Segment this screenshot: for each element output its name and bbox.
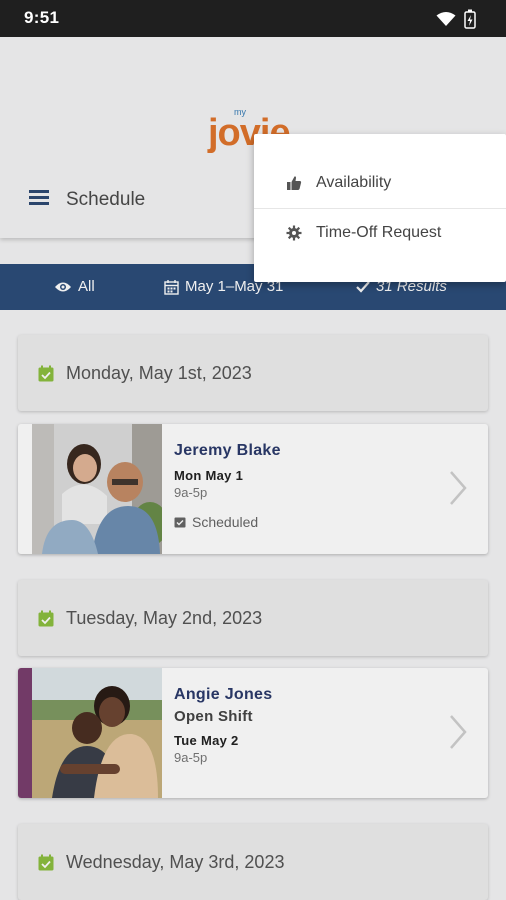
status-bar: 9:51 [0, 0, 506, 37]
calendar-icon [164, 279, 179, 295]
page-title: Schedule [66, 189, 146, 210]
chevron-right-icon [450, 715, 467, 749]
employee-name: Angie Jones [174, 686, 273, 703]
calendar-check-icon [38, 854, 54, 870]
day-header-label: Wednesday, May 3rd, 2023 [66, 851, 285, 872]
thumbs-up-icon [287, 176, 302, 190]
filter-view-all[interactable]: All [54, 278, 95, 295]
shift-info: Jeremy Blake Mon May 1 9a-5p Scheduled [174, 442, 281, 530]
open-shift-accent [18, 668, 32, 798]
shift-date: Mon May 1 [174, 468, 244, 483]
shift-hours: 9a-5p [174, 750, 208, 765]
wifi-icon [436, 12, 456, 26]
day-header-may-1: Monday, May 1st, 2023 [18, 335, 488, 411]
menu-item-label: Availability [316, 174, 392, 191]
shift-status: Scheduled [174, 514, 281, 530]
calendar-check-small-icon [174, 517, 186, 528]
employee-name: Jeremy Blake [174, 442, 281, 459]
shift-info: Angie Jones Open Shift Tue May 2 9a-5p [174, 686, 272, 765]
hamburger-menu-icon[interactable] [26, 187, 52, 211]
overflow-menu: Availability Time-Off Request [254, 134, 506, 282]
status-time: 9:51 [24, 8, 60, 27]
app-screen: my jovie Schedule All May 1–May 31 31 Re… [0, 37, 506, 900]
employee-photo [32, 424, 162, 554]
menu-item-availability[interactable]: Availability [254, 159, 506, 208]
eye-icon [55, 282, 71, 291]
filter-view-label: All [78, 278, 95, 295]
battery-icon [464, 9, 476, 29]
shift-date: Tue May 2 [174, 733, 239, 748]
checkmark-icon [356, 280, 370, 293]
menu-item-time-off-request[interactable]: Time-Off Request [254, 209, 506, 258]
employee-photo [32, 668, 162, 798]
day-header-label: Tuesday, May 2nd, 2023 [66, 607, 263, 628]
shift-hours: 9a-5p [174, 485, 208, 500]
menu-item-label: Time-Off Request [316, 224, 442, 241]
day-header-may-3: Wednesday, May 3rd, 2023 [18, 824, 488, 900]
shift-status-label: Scheduled [192, 514, 259, 530]
shift-card-angie-jones[interactable]: Angie Jones Open Shift Tue May 2 9a-5p [18, 668, 488, 798]
shift-type: Open Shift [174, 708, 253, 725]
day-header-label: Monday, May 1st, 2023 [66, 362, 252, 383]
shift-card-jeremy-blake[interactable]: Jeremy Blake Mon May 1 9a-5p Scheduled [18, 424, 488, 554]
day-header-may-2: Tuesday, May 2nd, 2023 [18, 580, 488, 656]
calendar-check-icon [38, 365, 54, 381]
gear-icon [286, 225, 302, 241]
status-icons [436, 9, 476, 29]
chevron-right-icon [450, 471, 467, 505]
calendar-check-icon [38, 610, 54, 626]
